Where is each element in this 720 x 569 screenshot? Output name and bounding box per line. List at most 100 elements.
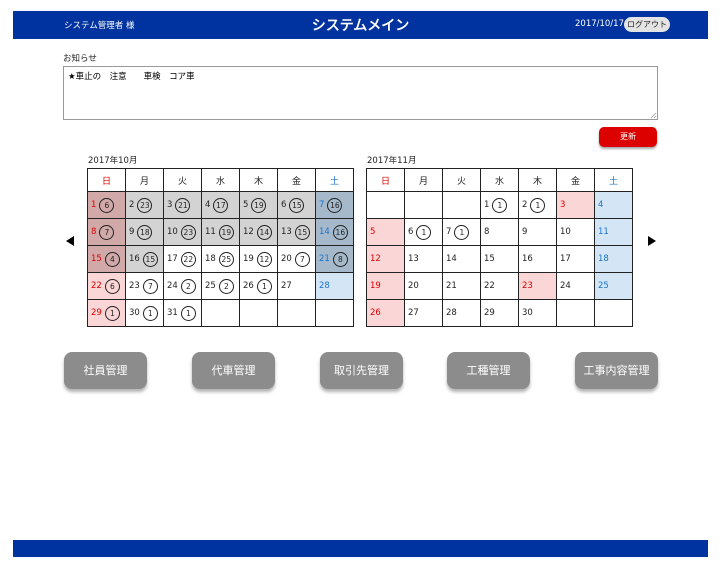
day-number: 27 (408, 308, 419, 318)
reservation-count-badge: 8 (332, 251, 348, 267)
menu-button-loaner-car[interactable]: 代車管理 (192, 352, 275, 389)
calendar-day-cell[interactable]: 2 23 (125, 191, 164, 219)
weekday-header: 木 (239, 168, 278, 192)
menu-button-client[interactable]: 取引先管理 (320, 352, 403, 389)
notice-label: お知らせ (63, 54, 97, 64)
calendar-day-cell[interactable]: 9 (518, 218, 557, 246)
calendar-day-cell[interactable]: 23 7 (125, 272, 164, 300)
day-number: 4 (205, 200, 211, 210)
calendar-day-cell[interactable]: 24 (556, 272, 595, 300)
reservation-count-badge: 16 (327, 197, 343, 213)
day-number: 11 (205, 227, 216, 237)
calendar-day-cell[interactable]: 15 (480, 245, 519, 273)
calendar-day-cell[interactable]: 5 (366, 218, 405, 246)
calendar-day-cell[interactable]: 26 1 (239, 272, 278, 300)
day-number: 2 (522, 200, 528, 210)
day-number: 13 (408, 254, 419, 264)
day-number: 31 (167, 308, 178, 318)
calendar-day-cell[interactable]: 25 (594, 272, 633, 300)
calendar-day-cell[interactable]: 29 1 (87, 299, 126, 327)
calendar-day-cell[interactable]: 12 (366, 245, 405, 273)
calendar-day-cell[interactable]: 27 (277, 272, 316, 300)
menu-button-work-content[interactable]: 工事内容管理 (575, 352, 658, 389)
reservation-count-badge: 22 (180, 251, 196, 267)
calendar-day-cell[interactable]: 9 18 (125, 218, 164, 246)
resize-grip-icon[interactable] (650, 112, 657, 119)
update-button[interactable]: 更新 (599, 127, 657, 147)
calendar-day-cell[interactable]: 30 (518, 299, 557, 327)
reservation-count-badge: 1 (416, 224, 432, 240)
calendar-day-cell[interactable]: 3 21 (163, 191, 202, 219)
calendar-day-cell[interactable]: 14 (442, 245, 481, 273)
next-month-arrow-icon[interactable] (648, 236, 656, 246)
calendar-day-cell[interactable]: 17 22 (163, 245, 202, 273)
calendar-day-cell[interactable]: 15 4 (87, 245, 126, 273)
calendar-day-cell[interactable]: 21 (518, 191, 557, 219)
calendar-day-cell[interactable]: 30 1 (125, 299, 164, 327)
calendar-day-cell[interactable]: 10 (556, 218, 595, 246)
calendar-day-cell[interactable]: 18 (594, 245, 633, 273)
day-number: 22 (484, 281, 495, 291)
day-number: 14 (319, 227, 330, 237)
calendar-day-cell[interactable]: 16 (518, 245, 557, 273)
calendar-day-cell[interactable]: 87 (87, 218, 126, 246)
calendar-day-cell[interactable]: 22 6 (87, 272, 126, 300)
calendar-day-cell[interactable]: 28 (442, 299, 481, 327)
calendar-day-cell[interactable]: 71 (442, 218, 481, 246)
calendar-day-cell[interactable]: 31 1 (163, 299, 202, 327)
calendar-day-cell[interactable]: 17 (556, 245, 595, 273)
calendar-day-cell[interactable]: 5 19 (239, 191, 278, 219)
calendar-day-cell[interactable]: 23 (518, 272, 557, 300)
calendar-day-cell[interactable]: 11 (480, 191, 519, 219)
calendar-day-cell[interactable]: 27 (404, 299, 443, 327)
calendar-day-cell[interactable]: 29 (480, 299, 519, 327)
day-number: 6 (281, 200, 287, 210)
reservation-count-badge: 15 (289, 197, 305, 213)
calendar-day-cell[interactable]: 14 16 (315, 218, 354, 246)
calendar-day-cell[interactable]: 7 16 (315, 191, 354, 219)
menu-button-employee[interactable]: 社員管理 (64, 352, 147, 389)
logout-button[interactable]: ログアウト (624, 17, 670, 32)
calendar-day-cell[interactable]: 19 12 (239, 245, 278, 273)
calendar-day-cell[interactable]: 8 (480, 218, 519, 246)
calendar-day-cell[interactable]: 4 17 (201, 191, 240, 219)
calendar-day-cell[interactable]: 16 15 (125, 245, 164, 273)
calendar-day-cell[interactable]: 20 7 (277, 245, 316, 273)
calendar-day-cell[interactable]: 3 (556, 191, 595, 219)
previous-month-arrow-icon[interactable] (66, 236, 74, 246)
menu-button-work-type[interactable]: 工種管理 (447, 352, 530, 389)
calendar-week-row: 26 27 28 29 30 (366, 299, 633, 327)
weekday-header: 火 (442, 168, 481, 192)
day-number: 20 (408, 281, 419, 291)
calendar-day-cell[interactable]: 26 (366, 299, 405, 327)
day-number: 11 (598, 227, 609, 237)
reservation-count-badge: 7 (142, 278, 158, 294)
calendar-day-cell[interactable]: 12 14 (239, 218, 278, 246)
current-date: 2017/10/17 (575, 19, 624, 29)
reservation-count-badge: 1 (180, 305, 196, 321)
calendar-day-cell[interactable]: 13 15 (277, 218, 316, 246)
calendar-day-cell[interactable]: 21 8 (315, 245, 354, 273)
calendar-day-cell[interactable]: 16 (87, 191, 126, 219)
weekday-header: 月 (404, 168, 443, 192)
calendar-day-cell[interactable]: 61 (404, 218, 443, 246)
day-number: 10 (560, 227, 571, 237)
calendar-day-cell[interactable]: 13 (404, 245, 443, 273)
day-number: 5 (370, 227, 376, 237)
calendar-day-cell[interactable]: 25 2 (201, 272, 240, 300)
calendar-day-cell[interactable]: 22 (480, 272, 519, 300)
calendar-day-cell[interactable]: 11 (594, 218, 633, 246)
reservation-count-badge: 23 (180, 224, 196, 240)
calendar-day-cell[interactable]: 11 19 (201, 218, 240, 246)
calendar-day-cell[interactable]: 6 15 (277, 191, 316, 219)
calendar-day-cell[interactable]: 4 (594, 191, 633, 219)
calendar-day-cell[interactable]: 10 23 (163, 218, 202, 246)
calendar-day-cell[interactable]: 21 (442, 272, 481, 300)
calendar-day-cell[interactable]: 18 25 (201, 245, 240, 273)
notice-textarea[interactable]: ★車止の 注意 車検 コア車 (63, 66, 658, 120)
calendar-day-cell[interactable]: 20 (404, 272, 443, 300)
calendar-day-cell[interactable]: 28 (315, 272, 354, 300)
calendar-day-cell[interactable]: 24 2 (163, 272, 202, 300)
day-number: 29 (91, 308, 102, 318)
calendar-day-cell[interactable]: 19 (366, 272, 405, 300)
